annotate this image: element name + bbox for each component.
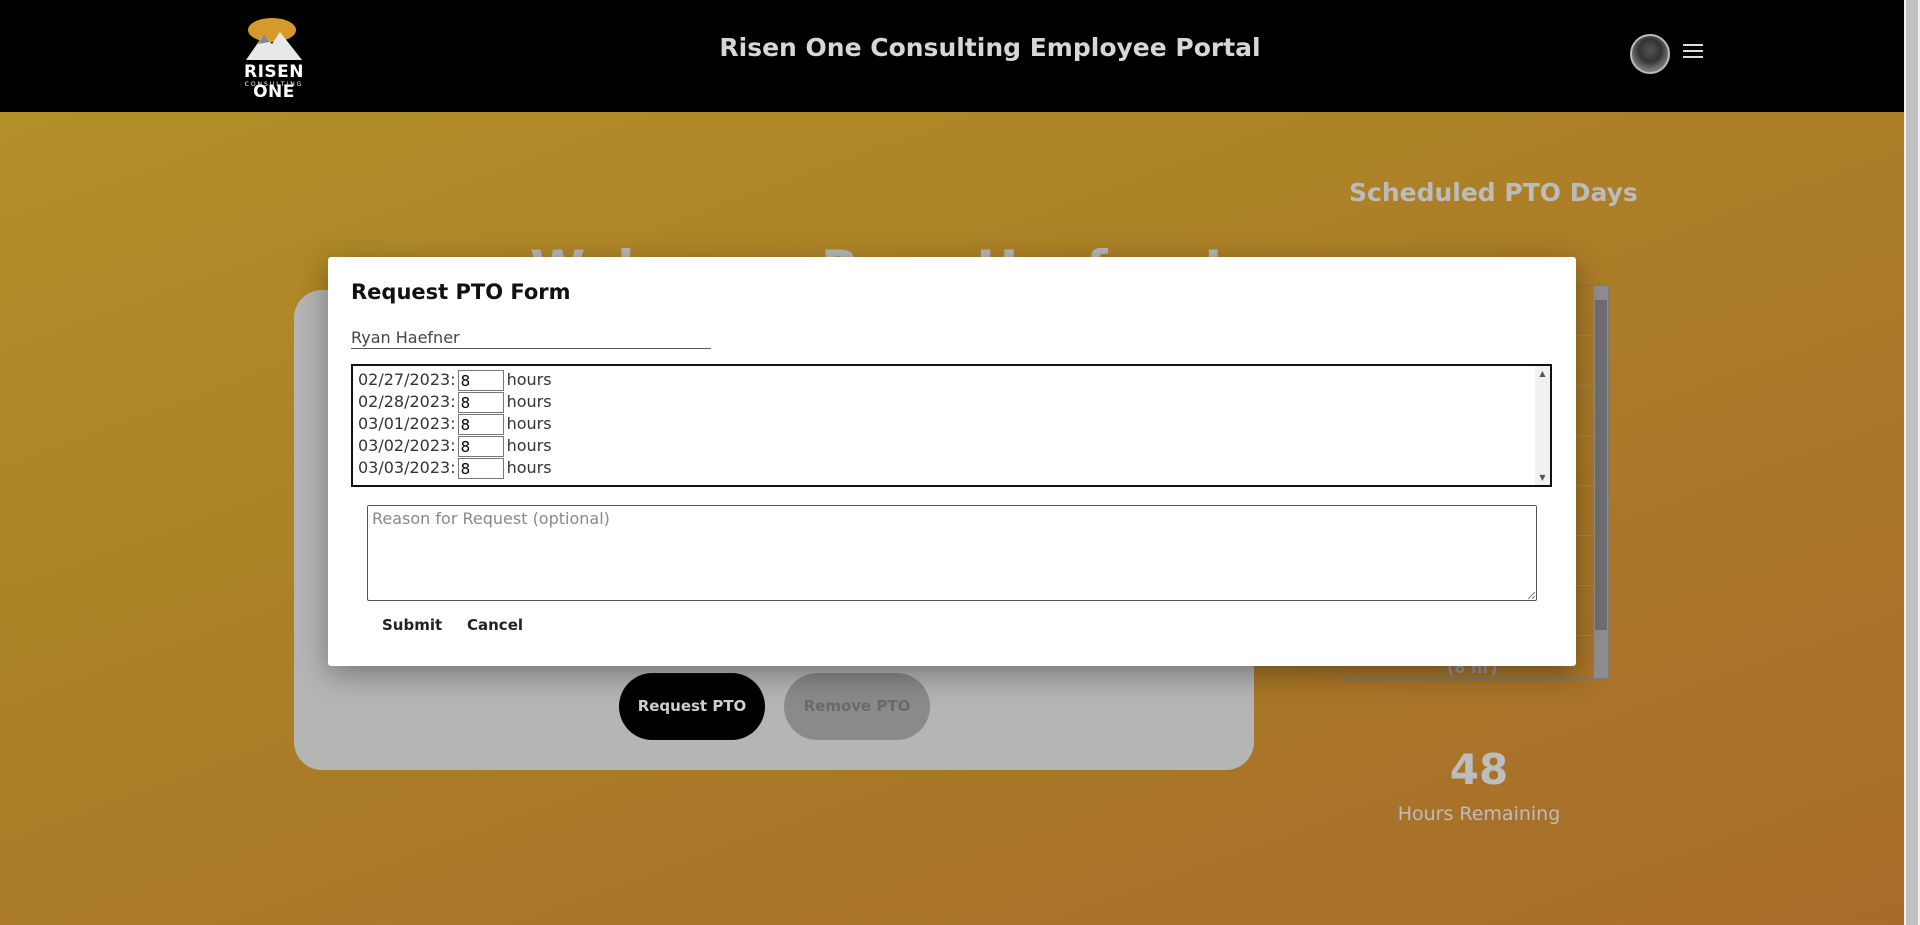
request-pto-modal: Request PTO Form 02/27/2023: hours 02/28/… xyxy=(328,257,1576,666)
date-label: 03/02/2023: xyxy=(358,436,456,455)
hours-remaining-label: Hours Remaining xyxy=(1397,803,1561,825)
hours-unit: hours xyxy=(506,370,552,389)
request-pto-button[interactable]: Request PTO xyxy=(619,673,765,740)
list-item: 03/03/2023: hours xyxy=(358,458,552,480)
hamburger-menu-icon[interactable] xyxy=(1683,44,1703,60)
hours-input[interactable] xyxy=(457,458,504,479)
hours-input[interactable] xyxy=(457,436,504,457)
employee-name-field[interactable] xyxy=(351,327,711,349)
list-item: 03/02/2023: hours xyxy=(358,436,552,458)
list-item: 03/01/2023: hours xyxy=(358,414,552,436)
dates-list-scrollbar[interactable]: ▲ ▼ xyxy=(1535,366,1550,485)
hours-input[interactable] xyxy=(457,392,504,413)
hours-unit: hours xyxy=(506,436,552,455)
modal-title: Request PTO Form xyxy=(351,280,571,304)
submit-button[interactable]: Submit xyxy=(374,612,450,638)
hours-unit: hours xyxy=(506,392,552,411)
date-label: 03/01/2023: xyxy=(358,414,456,433)
page-scrollbar[interactable] xyxy=(1904,0,1920,925)
scroll-up-arrow-icon[interactable]: ▲ xyxy=(1535,366,1550,381)
hours-remaining-value: 48 xyxy=(1449,745,1509,794)
scroll-down-arrow-icon[interactable]: ▼ xyxy=(1535,470,1550,485)
date-label: 02/27/2023: xyxy=(358,370,456,389)
user-avatar[interactable] xyxy=(1630,34,1670,74)
date-label: 02/28/2023: xyxy=(358,392,456,411)
list-item: 02/27/2023: hours xyxy=(358,370,552,392)
logo-subtext: CONSULTING xyxy=(244,81,304,88)
remove-pto-button[interactable]: Remove PTO xyxy=(784,673,930,740)
hours-unit: hours xyxy=(506,458,552,477)
resize-grip-icon[interactable] xyxy=(1527,591,1535,599)
reason-textarea[interactable] xyxy=(367,505,1537,601)
hours-input[interactable] xyxy=(457,370,504,391)
scheduled-list-scrollbar[interactable] xyxy=(1594,286,1608,678)
scheduled-pto-title: Scheduled PTO Days xyxy=(1349,178,1638,207)
pto-dates-list[interactable]: 02/27/2023: hours 02/28/2023: hours 03/01/… xyxy=(351,364,1552,487)
hours-input[interactable] xyxy=(457,414,504,435)
date-label: 03/03/2023: xyxy=(358,458,456,477)
top-navbar: RISEN ONE CONSULTING Risen One Consultin… xyxy=(0,0,1904,112)
list-item: 02/28/2023: hours xyxy=(358,392,552,414)
cancel-button[interactable]: Cancel xyxy=(459,612,531,638)
hours-unit: hours xyxy=(506,414,552,433)
